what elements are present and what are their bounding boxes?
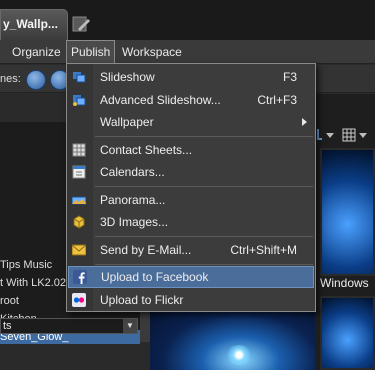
menu-organize[interactable]: Organize	[12, 40, 61, 64]
menu-item-label: Upload to Flickr	[100, 293, 184, 307]
menu-item-label: Send by E-Mail...	[100, 243, 192, 257]
menu-workspace-label: Workspace	[122, 45, 182, 59]
menu-item-upload-flickr[interactable]: Upload to Flickr	[67, 289, 315, 311]
thumbnail-image[interactable]	[320, 296, 375, 370]
submenu-arrow-icon	[302, 118, 307, 126]
menu-item-label: Calendars...	[100, 165, 165, 179]
tab-bar: y_Wallp...	[0, 0, 375, 40]
3d-images-icon	[72, 215, 86, 229]
menu-bar: Organize Publish Workspace	[0, 40, 375, 65]
menu-item-contact-sheets[interactable]: Contact Sheets...	[67, 139, 315, 161]
menu-publish[interactable]: Publish	[66, 40, 116, 65]
chevron-down-icon[interactable]: ▼	[123, 319, 137, 333]
menu-publish-label: Publish	[71, 45, 111, 59]
menu-item-label: Wallpaper	[100, 115, 154, 129]
menu-item-wallpaper[interactable]: Wallpaper	[67, 111, 315, 133]
menu-item-panorama[interactable]: Panorama...	[67, 189, 315, 211]
menu-item-label: 3D Images...	[100, 215, 169, 229]
rating-filter-icon[interactable]	[26, 70, 46, 90]
menu-item-upload-facebook[interactable]: Upload to Facebook	[68, 266, 314, 288]
menu-separator	[95, 186, 313, 187]
menu-item-shortcut: F3	[282, 70, 297, 84]
view-mode-icon[interactable]	[340, 126, 368, 144]
publish-menu: Slideshow F3 Advanced Slideshow... Ctrl+…	[66, 63, 316, 312]
email-icon	[71, 243, 87, 257]
preview-highlight	[225, 345, 253, 365]
folder-dropdown[interactable]: ts ▼	[0, 318, 138, 334]
slideshow-icon	[72, 70, 86, 84]
menu-separator	[95, 236, 313, 237]
menu-item-label: Panorama...	[100, 193, 166, 207]
flickr-icon	[72, 293, 86, 307]
new-tab-icon[interactable]	[70, 14, 92, 34]
advanced-slideshow-icon	[72, 93, 86, 107]
folder-dropdown-value: ts	[3, 320, 12, 332]
menu-workspace[interactable]: Workspace	[122, 40, 182, 64]
menu-separator	[95, 264, 313, 265]
contact-sheets-icon	[72, 143, 86, 157]
menu-item-calendars[interactable]: Calendars...	[67, 161, 315, 183]
panorama-icon	[71, 193, 87, 207]
facebook-icon	[73, 270, 87, 284]
thumbnail-caption: Windows	[320, 276, 375, 292]
menu-item-shortcut: Ctrl+Shift+M	[230, 243, 297, 257]
tab-title: y_Wallp...	[3, 17, 58, 31]
menu-item-label: Contact Sheets...	[100, 143, 193, 157]
calendar-icon	[72, 165, 86, 179]
thumbnail-image[interactable]	[320, 148, 375, 276]
menu-item-label: Slideshow	[100, 70, 155, 84]
menu-item-shortcut: Ctrl+F3	[257, 93, 297, 107]
menu-separator	[95, 136, 313, 137]
menu-item-label: Advanced Slideshow...	[100, 93, 221, 107]
tab-wallpaper[interactable]: y_Wallp...	[0, 9, 68, 40]
toolbar-label: nes:	[0, 73, 21, 85]
menu-item-send-email[interactable]: Send by E-Mail... Ctrl+Shift+M	[67, 239, 315, 261]
menu-organize-label: Organize	[12, 45, 61, 59]
menu-item-3d-images[interactable]: 3D Images...	[67, 211, 315, 233]
menu-item-label: Upload to Facebook	[101, 270, 209, 284]
menu-item-advanced-slideshow[interactable]: Advanced Slideshow... Ctrl+F3	[67, 89, 315, 111]
menu-item-slideshow[interactable]: Slideshow F3	[67, 66, 315, 88]
